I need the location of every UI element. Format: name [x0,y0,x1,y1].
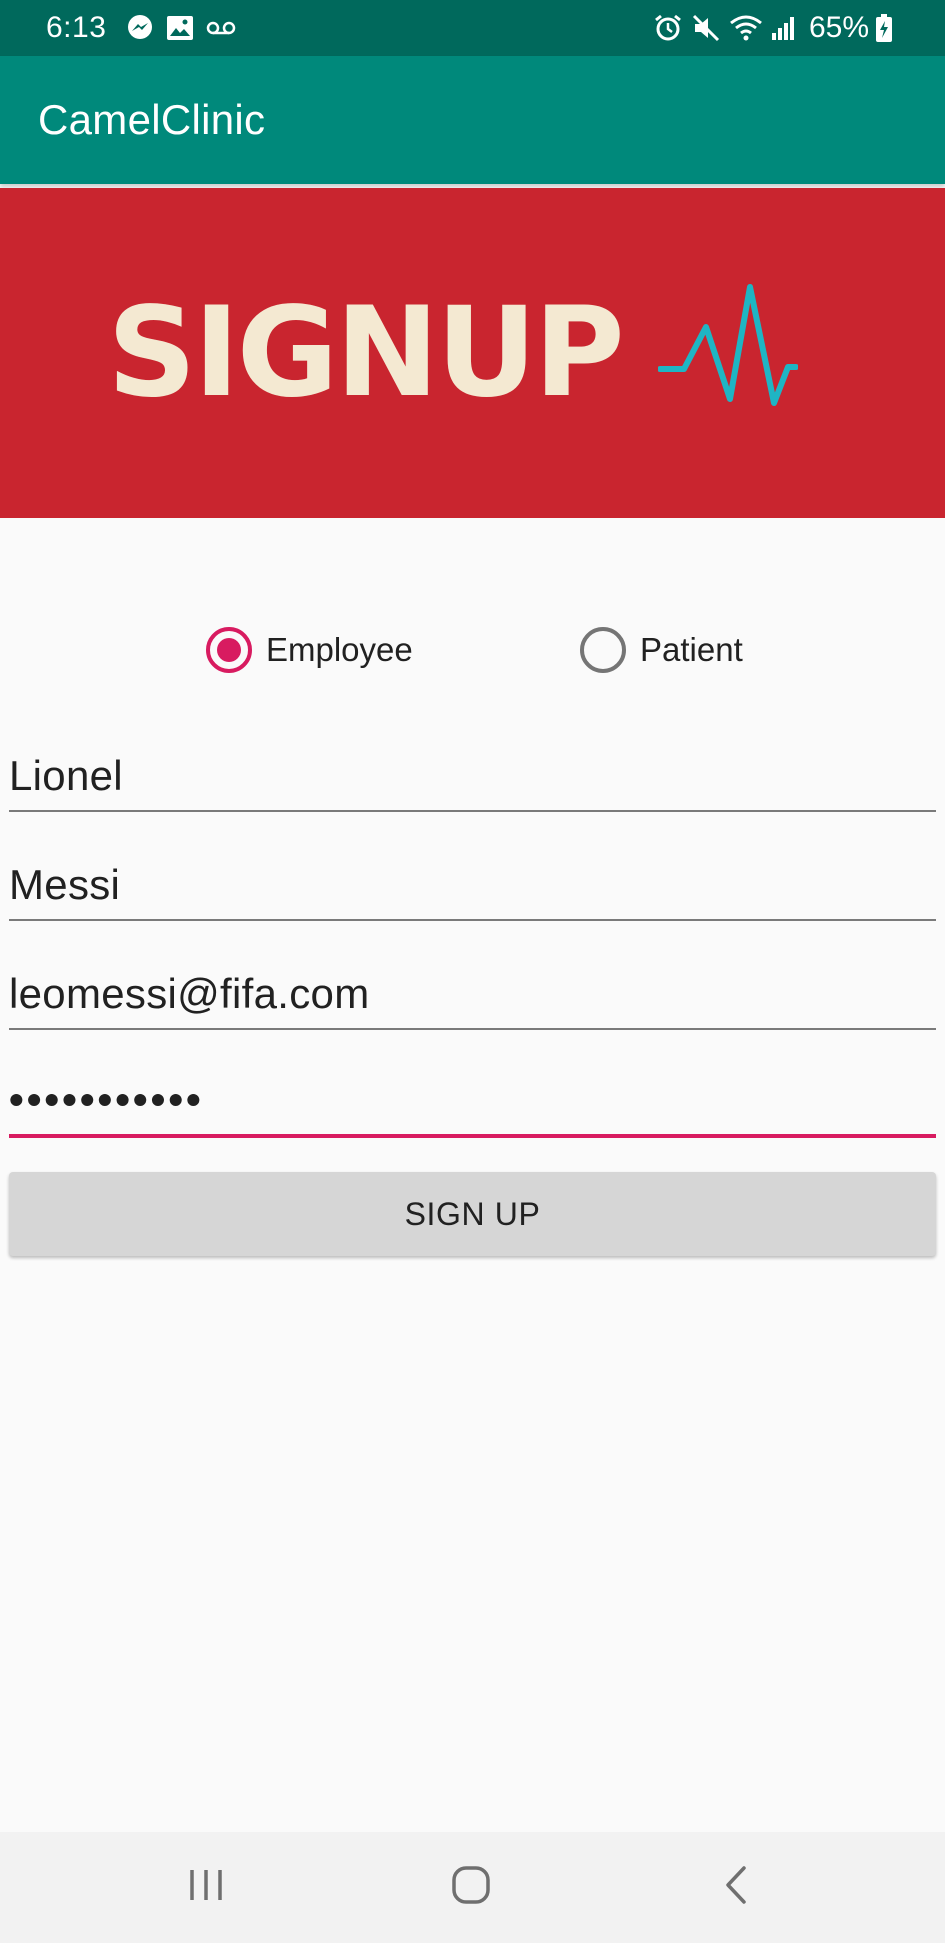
battery-icon [875,13,893,43]
first-name-field[interactable]: Lionel [9,728,936,812]
recent-apps-icon [186,1867,226,1908]
radio-employee-label: Employee [266,631,413,668]
radio-patient[interactable]: Patient [580,620,743,680]
status-left: 6:13 [46,11,248,45]
email-field[interactable]: leomessi@fifa.com [9,946,936,1030]
radio-dot [217,638,241,662]
voicemail-icon [206,20,236,36]
wifi-icon [729,14,763,42]
gallery-icon [166,15,194,41]
role-radio-group: Employee Patient [0,620,945,680]
home-icon [450,1864,492,1911]
app-bar: CamelClinic [0,56,945,184]
home-button[interactable] [396,1832,546,1943]
radio-checked-icon [206,627,252,673]
app-title: CamelClinic [38,96,266,143]
back-button[interactable] [660,1832,810,1943]
password-value: ••••••••••• [9,1076,204,1123]
messenger-icon [126,14,154,42]
last-name-value: Messi [9,861,121,908]
status-bar: 6:13 65% [0,0,945,56]
mute-icon [691,13,721,43]
first-name-value: Lionel [9,752,123,799]
heartbeat-icon [656,281,799,426]
status-right: 65% [653,11,901,45]
signup-button[interactable]: SIGN UP [9,1172,936,1256]
last-name-field[interactable]: Messi [9,837,936,921]
alarm-icon [653,13,683,43]
battery-percent: 65% [808,11,869,44]
signup-banner: SIGNUP [0,188,945,518]
radio-employee[interactable]: Employee [206,620,413,680]
signal-icon [771,15,797,41]
email-value: leomessi@fifa.com [9,970,370,1017]
recent-apps-button[interactable] [131,1832,281,1943]
back-icon [720,1864,750,1911]
radio-patient-label: Patient [640,631,743,668]
banner-title: SIGNUP [107,281,625,425]
radio-unchecked-icon [580,627,626,673]
status-time: 6:13 [46,11,107,44]
signup-button-label: SIGN UP [404,1195,541,1232]
navigation-bar [0,1832,945,1943]
password-field[interactable]: ••••••••••• [9,1054,936,1138]
